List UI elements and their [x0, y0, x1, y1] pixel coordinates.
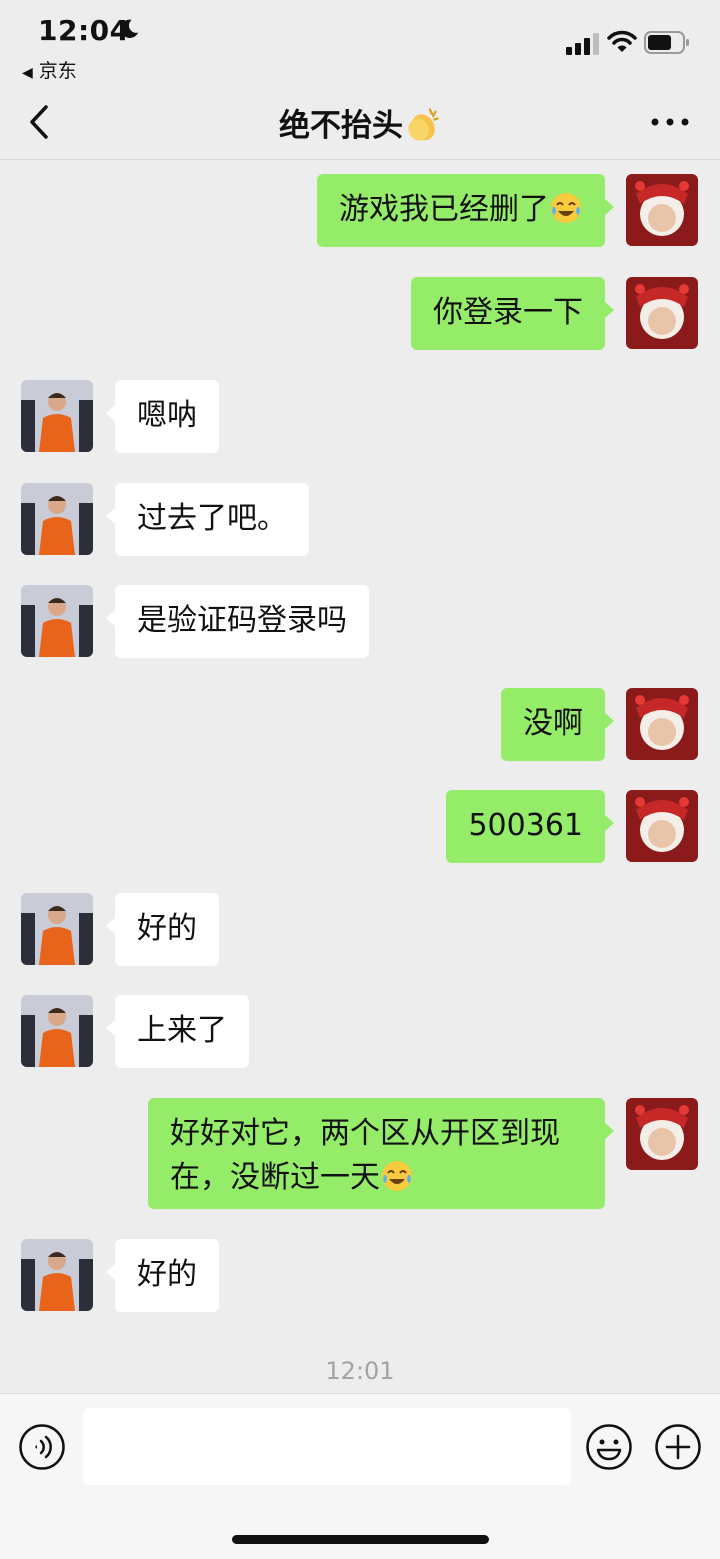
- signal-icon: [566, 33, 599, 55]
- message-text: 好的: [137, 911, 197, 946]
- contact-avatar[interactable]: [21, 1239, 93, 1311]
- battery-icon: [644, 31, 689, 54]
- message-text: 500361: [468, 808, 583, 843]
- message-text: 是验证码登录吗: [137, 603, 347, 638]
- my-avatar[interactable]: [626, 688, 698, 760]
- chat-title-text: 绝不抬头: [279, 108, 403, 144]
- crying-laughing-icon: [551, 193, 581, 223]
- message-text: 嗯呐: [137, 398, 197, 433]
- message-bubble[interactable]: 500361: [446, 790, 614, 863]
- message-bubble[interactable]: 上来了: [106, 995, 249, 1068]
- chat-timestamp: 12:01: [325, 1357, 395, 1385]
- chat-title: 绝不抬头: [0, 100, 720, 145]
- chat-header: 绝不抬头: [0, 88, 720, 160]
- contact-avatar[interactable]: [21, 483, 93, 555]
- status-time: 12:04: [38, 14, 130, 47]
- message-bubble[interactable]: 你登录一下: [411, 277, 614, 350]
- message-text: 上来了: [137, 1013, 227, 1048]
- contact-avatar[interactable]: [21, 995, 93, 1067]
- back-triangle-icon: ◀: [22, 65, 33, 81]
- wifi-icon: [607, 30, 637, 52]
- message-text: 好好对它，两个区从开区到现 在，没断过一天: [170, 1116, 560, 1195]
- message-input[interactable]: [83, 1408, 571, 1485]
- contact-avatar[interactable]: [21, 380, 93, 452]
- message-text: 过去了吧。: [137, 501, 287, 536]
- message-text: 没啊: [523, 706, 583, 741]
- voice-icon[interactable]: [18, 1423, 66, 1471]
- message-bubble[interactable]: 嗯呐: [106, 380, 219, 453]
- my-avatar[interactable]: [626, 1098, 698, 1170]
- clapping-hands-icon: [408, 108, 439, 141]
- status-bar: 12:04 ◀ 京东: [0, 0, 720, 88]
- my-avatar[interactable]: [626, 790, 698, 862]
- crying-laughing-icon: [382, 1161, 412, 1191]
- my-avatar[interactable]: [626, 277, 698, 349]
- moon-icon: [120, 19, 139, 38]
- message-bubble[interactable]: 过去了吧。: [106, 483, 309, 556]
- contact-avatar[interactable]: [21, 893, 93, 965]
- message-bubble[interactable]: 好的: [106, 893, 219, 966]
- more-dots-icon[interactable]: [648, 110, 692, 134]
- back-to-app-link[interactable]: ◀ 京东: [22, 56, 77, 83]
- message-bubble[interactable]: 游戏我已经删了: [317, 174, 614, 247]
- message-bubble[interactable]: 好的: [106, 1239, 219, 1312]
- plus-icon[interactable]: [654, 1423, 702, 1471]
- message-bubble[interactable]: 是验证码登录吗: [106, 585, 369, 658]
- home-indicator[interactable]: [232, 1535, 489, 1544]
- back-app-label: 京东: [38, 60, 77, 82]
- message-bubble[interactable]: 没啊: [501, 688, 614, 761]
- message-text: 你登录一下: [433, 295, 583, 330]
- contact-avatar[interactable]: [21, 585, 93, 657]
- input-bar: [0, 1393, 720, 1559]
- my-avatar[interactable]: [626, 174, 698, 246]
- message-text: 游戏我已经删了: [339, 192, 549, 227]
- emoji-icon[interactable]: [585, 1423, 633, 1471]
- message-text: 好的: [137, 1257, 197, 1292]
- message-bubble[interactable]: 好好对它，两个区从开区到现 在，没断过一天: [148, 1098, 614, 1209]
